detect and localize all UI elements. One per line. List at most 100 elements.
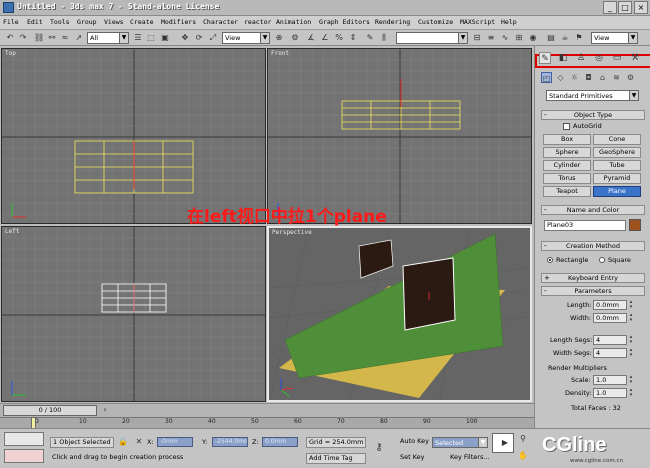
playback-icon[interactable]: ▶ [500,438,510,448]
tube-button[interactable]: Tube [593,160,641,171]
torus-button[interactable]: Torus [543,173,591,184]
length-field[interactable]: 0.0mm [593,300,627,310]
display-tab-icon[interactable]: ▭ [611,52,623,64]
region-select-icon[interactable]: ⬚ [146,33,156,43]
teapot-button[interactable]: Teapot [543,186,591,197]
length-segs-field[interactable]: 4 [593,335,627,345]
menu-customize[interactable]: Customize [418,18,453,26]
sphere-button[interactable]: Sphere [543,147,591,158]
quick-render-icon[interactable]: ☕ [560,33,570,43]
y-coordinate-field[interactable]: -2544.0mm [212,437,248,447]
autogrid-checkbox[interactable] [563,123,570,130]
reference-coord-dropdown[interactable]: View ▼ [222,32,270,44]
density-field[interactable]: 1.0 [593,388,627,398]
scale-field[interactable]: 1.0 [593,375,627,385]
percent-snap-icon[interactable]: % [334,33,344,43]
space-warps-icon[interactable]: ≋ [611,72,622,83]
create-tab-icon[interactable]: ✎ [539,52,551,64]
window-crossing-icon[interactable]: ▣ [160,33,170,43]
pan-icon[interactable]: ✋ [518,451,528,461]
unlink-icon[interactable]: ⚯ [47,33,57,43]
curve-editor-icon[interactable]: ∿ [500,33,510,43]
select-object-icon[interactable]: ➚ [74,33,84,43]
box-button[interactable]: Box [543,134,591,145]
rollout-name-and-color[interactable]: - Name and Color [541,205,645,215]
redo-icon[interactable]: ↷ [18,33,28,43]
render-type-icon[interactable]: ⚑ [574,33,584,43]
rectangle-radio[interactable] [547,257,553,263]
width-segs-field[interactable]: 4 [593,348,627,358]
menu-tools[interactable]: Tools [50,18,70,26]
select-by-name-icon[interactable]: ☰ [133,33,143,43]
menu-file[interactable]: File [3,18,19,26]
length-segs-spinner-icon[interactable]: ▴ ▾ [628,335,634,345]
menu-rendering[interactable]: Rendering [375,18,410,26]
named-selection-set-dropdown[interactable]: ▼ [396,32,468,44]
lock-selection-icon[interactable]: 🔒 [118,437,128,447]
render-view-dropdown[interactable]: View ▼ [591,32,638,44]
cone-button[interactable]: Cone [593,134,641,145]
select-scale-icon[interactable]: ⤢ [208,33,218,43]
menu-animation[interactable]: Animation [276,18,311,26]
set-key-button[interactable]: Set Key [398,453,430,464]
menu-graph-editors[interactable]: Graph Editors [319,18,370,26]
scale-spinner-icon[interactable]: ▴ ▾ [628,375,634,385]
viewport-label-left[interactable]: Left [5,228,19,235]
rollout-parameters[interactable]: - Parameters [541,286,645,296]
minimize-button[interactable]: _ [603,1,617,14]
maximize-button[interactable]: □ [618,1,632,14]
key-filters-button[interactable]: Key Filters... [448,453,490,464]
menu-modifiers[interactable]: Modifiers [161,18,196,26]
rollout-creation-method[interactable]: - Creation Method [541,241,645,251]
select-link-icon[interactable]: ⛓ [34,33,44,43]
motion-tab-icon[interactable]: ◎ [593,52,605,64]
render-scene-icon[interactable]: ▤ [546,33,556,43]
square-radio[interactable] [599,257,605,263]
menu-group[interactable]: Group [77,18,97,26]
viewport-label-perspective[interactable]: Perspective [272,229,312,236]
angle-snap-icon[interactable]: ∠ [320,33,330,43]
maxscript-mini-listener[interactable] [4,449,44,463]
absolute-mode-icon[interactable]: ✕ [134,437,144,447]
pivot-center-icon[interactable]: ⊕ [274,33,284,43]
menu-views[interactable]: Views [104,18,124,26]
menu-edit[interactable]: Edit [27,18,43,26]
slider-next-icon[interactable]: › [100,405,110,415]
hierarchy-tab-icon[interactable]: ♙ [575,52,587,64]
select-rotate-icon[interactable]: ⟳ [194,33,204,43]
selection-filter-dropdown[interactable]: All ▼ [87,32,129,44]
close-button[interactable]: × [634,1,648,14]
menu-character[interactable]: Character [203,18,238,26]
select-move-icon[interactable]: ✥ [180,33,190,43]
rollout-keyboard-entry[interactable]: + Keyboard Entry [541,273,645,283]
named-selection-icon[interactable]: ✎ [365,33,375,43]
plane-button[interactable]: Plane [593,186,641,197]
cylinder-button[interactable]: Cylinder [543,160,591,171]
length-spinner-icon[interactable]: ▴ ▾ [628,300,634,310]
track-bar[interactable]: 0 10 20 30 40 50 60 70 80 90 100 [0,417,534,429]
viewport-front[interactable]: Front [267,48,532,224]
pyramid-button[interactable]: Pyramid [593,173,641,184]
layer-manager-icon[interactable]: ≡ [486,33,496,43]
align-icon[interactable]: ⊟ [472,33,482,43]
utilities-tab-icon[interactable]: ⚒ [629,52,641,64]
density-spinner-icon[interactable]: ▴ ▾ [628,388,634,398]
width-spinner-icon[interactable]: ▴ ▾ [628,313,634,323]
mirror-icon[interactable]: ⫼ [379,33,389,43]
undo-icon[interactable]: ↶ [5,33,15,43]
cameras-icon[interactable]: ◘ [583,72,594,83]
add-time-tag-button[interactable]: Add Time Tag [306,453,366,464]
auto-key-button[interactable]: Auto Key [398,437,430,448]
geosphere-button[interactable]: GeoSphere [593,147,641,158]
width-segs-spinner-icon[interactable]: ▴ ▾ [628,348,634,358]
schematic-view-icon[interactable]: ⊞ [514,33,524,43]
lights-icon[interactable]: ☼ [569,72,580,83]
shapes-icon[interactable]: ◇ [555,72,566,83]
viewport-label-top[interactable]: Top [5,50,16,57]
geometry-icon[interactable]: ◰ [541,72,552,83]
select-manipulate-icon[interactable]: ⚙ [290,33,300,43]
maxscript-listener[interactable] [4,432,44,446]
object-name-field[interactable]: Plane03 [544,220,626,231]
menu-maxscript[interactable]: MAXScript [460,18,495,26]
x-coordinate-field[interactable]: -0mm [157,437,193,447]
